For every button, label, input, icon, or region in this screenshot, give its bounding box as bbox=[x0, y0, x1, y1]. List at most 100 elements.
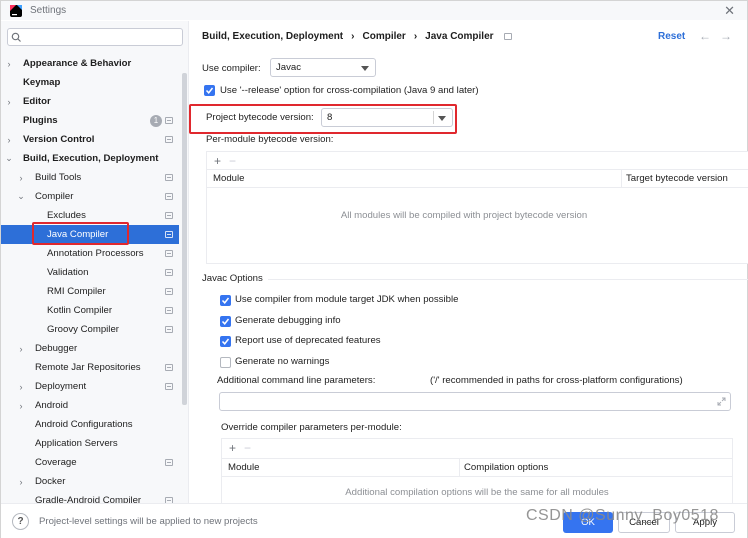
sidebar-item[interactable]: › Debugger bbox=[1, 339, 179, 358]
breadcrumb-part: Build, Execution, Deployment bbox=[202, 31, 344, 42]
column-header[interactable]: Target bytecode version bbox=[626, 173, 728, 184]
chevron-right-icon[interactable]: › bbox=[16, 401, 26, 411]
javac-option-checkbox[interactable] bbox=[220, 357, 231, 368]
project-level-icon bbox=[165, 231, 173, 238]
compiler-select-value: Javac bbox=[276, 62, 302, 73]
forward-arrow-icon[interactable]: → bbox=[720, 29, 732, 43]
sidebar-item-label: Keymap bbox=[23, 77, 61, 88]
chevron-right-icon[interactable]: › bbox=[4, 135, 14, 145]
add-icon[interactable]: + bbox=[229, 441, 236, 455]
sidebar-item[interactable]: RMI Compiler bbox=[1, 282, 179, 301]
module-bytecode-table: + − Module Target bytecode version All m… bbox=[206, 151, 748, 264]
chevron-right-icon[interactable]: › bbox=[16, 477, 26, 487]
use-compiler-label: Use compiler: bbox=[202, 63, 261, 74]
release-option-checkbox[interactable] bbox=[204, 85, 215, 96]
sidebar-item[interactable]: Groovy Compiler bbox=[1, 320, 179, 339]
sidebar-item[interactable]: › Android bbox=[1, 396, 179, 415]
close-icon[interactable]: ✕ bbox=[724, 3, 735, 19]
javac-options-title: Javac Options bbox=[202, 273, 263, 284]
sidebar-item[interactable]: Kotlin Compiler bbox=[1, 301, 179, 320]
highlight-box-java-compiler bbox=[32, 222, 129, 245]
chevron-right-icon[interactable]: › bbox=[4, 97, 14, 107]
sidebar-item-label: Coverage bbox=[35, 457, 77, 468]
sidebar-item[interactable]: Android Configurations bbox=[1, 415, 179, 434]
sidebar-item[interactable]: Annotation Processors bbox=[1, 244, 179, 263]
breadcrumb: Build, Execution, Deployment › Compiler … bbox=[202, 31, 512, 42]
column-header[interactable]: Module bbox=[228, 462, 259, 473]
sidebar-item[interactable]: › Docker bbox=[1, 472, 179, 491]
column-header[interactable]: Compilation options bbox=[464, 462, 548, 473]
project-level-icon bbox=[503, 33, 512, 40]
sidebar-item[interactable]: Application Servers bbox=[1, 434, 179, 453]
column-header[interactable]: Module bbox=[213, 173, 244, 184]
javac-option-label: Generate debugging info bbox=[235, 315, 341, 326]
per-module-label: Per-module bytecode version: bbox=[206, 134, 334, 145]
update-count-badge: 1 bbox=[150, 114, 162, 127]
additional-params-input[interactable] bbox=[219, 392, 731, 411]
release-option-label: Use '--release' option for cross-compila… bbox=[220, 85, 479, 96]
breadcrumb-part: Java Compiler bbox=[425, 31, 494, 42]
project-level-icon bbox=[165, 307, 173, 314]
chevron-right-icon[interactable]: › bbox=[16, 382, 26, 392]
reset-button[interactable]: Reset bbox=[658, 31, 685, 42]
sidebar-item-label: Debugger bbox=[35, 343, 78, 354]
sidebar-item-label: Build Tools bbox=[35, 172, 82, 183]
sidebar-item[interactable]: Keymap bbox=[1, 73, 179, 92]
sidebar-item[interactable]: Coverage bbox=[1, 453, 179, 472]
expand-icon[interactable] bbox=[717, 397, 726, 406]
sidebar-item[interactable]: › Appearance & Behavior bbox=[1, 54, 179, 73]
sidebar-item-label: Kotlin Compiler bbox=[47, 305, 113, 316]
sidebar-item[interactable]: Plugins 1 bbox=[1, 111, 179, 130]
help-button[interactable]: ? bbox=[12, 513, 29, 530]
compiler-select[interactable]: Javac bbox=[270, 58, 376, 77]
javac-option-checkbox[interactable] bbox=[220, 295, 231, 306]
chevron-right-icon[interactable]: › bbox=[4, 59, 14, 69]
project-level-icon bbox=[165, 136, 173, 143]
sidebar-item[interactable]: › Editor bbox=[1, 92, 179, 111]
sidebar-item[interactable]: ⌄ Build, Execution, Deployment bbox=[1, 149, 179, 168]
chevron-right-icon[interactable]: › bbox=[16, 344, 26, 354]
javac-option-checkbox[interactable] bbox=[220, 336, 231, 347]
javac-option-label: Use compiler from module target JDK when… bbox=[235, 294, 459, 305]
javac-option-checkbox[interactable] bbox=[220, 316, 231, 327]
sidebar-item[interactable]: › Version Control bbox=[1, 130, 179, 149]
additional-params-hint: ('/' recommended in paths for cross-plat… bbox=[430, 375, 683, 386]
chevron-down-icon[interactable]: ⌄ bbox=[16, 191, 26, 202]
sidebar-item-label: Application Servers bbox=[35, 438, 118, 449]
highlight-box-bytecode-version bbox=[189, 104, 457, 134]
breadcrumb-separator: › bbox=[413, 31, 418, 42]
javac-option-label: Report use of deprecated features bbox=[235, 335, 381, 346]
title-bar: Settings ✕ bbox=[1, 1, 747, 20]
sidebar-item-label: Android bbox=[35, 400, 69, 411]
sidebar-item[interactable]: › Build Tools bbox=[1, 168, 179, 187]
table-header: Module Compilation options bbox=[222, 458, 732, 477]
remove-icon[interactable]: − bbox=[229, 154, 236, 168]
project-level-icon bbox=[165, 193, 173, 200]
project-level-icon bbox=[165, 212, 173, 219]
sidebar-item[interactable]: ⌄ Compiler bbox=[1, 187, 179, 206]
chevron-down-icon bbox=[361, 66, 369, 71]
chevron-right-icon[interactable]: › bbox=[16, 173, 26, 183]
checkmark-icon bbox=[221, 318, 230, 325]
add-icon[interactable]: + bbox=[214, 154, 221, 168]
sidebar-item-label: Build, Execution, Deployment bbox=[23, 153, 159, 164]
chevron-down-icon[interactable]: ⌄ bbox=[4, 153, 14, 164]
sidebar-item-label: Remote Jar Repositories bbox=[35, 362, 141, 373]
sidebar-item-label: Editor bbox=[23, 96, 51, 107]
sidebar-item[interactable]: Validation bbox=[1, 263, 179, 282]
remove-icon[interactable]: − bbox=[244, 441, 251, 455]
sidebar-item-label: Excludes bbox=[47, 210, 86, 221]
back-arrow-icon[interactable]: ← bbox=[699, 29, 711, 43]
project-level-icon bbox=[165, 288, 173, 295]
settings-sidebar: › Appearance & Behavior Keymap › Editor Plugi… bbox=[1, 21, 189, 506]
sidebar-item-label: RMI Compiler bbox=[47, 286, 106, 297]
sidebar-item-label: Deployment bbox=[35, 381, 87, 392]
checkmark-icon bbox=[221, 338, 230, 345]
additional-params-label: Additional command line parameters: bbox=[217, 375, 376, 386]
sidebar-item[interactable]: Remote Jar Repositories bbox=[1, 358, 179, 377]
table-toolbar: + − bbox=[207, 152, 748, 169]
search-input[interactable] bbox=[7, 28, 183, 46]
sidebar-scrollbar[interactable] bbox=[182, 73, 187, 405]
sidebar-item-label: Version Control bbox=[23, 134, 95, 145]
sidebar-item[interactable]: › Deployment bbox=[1, 377, 179, 396]
